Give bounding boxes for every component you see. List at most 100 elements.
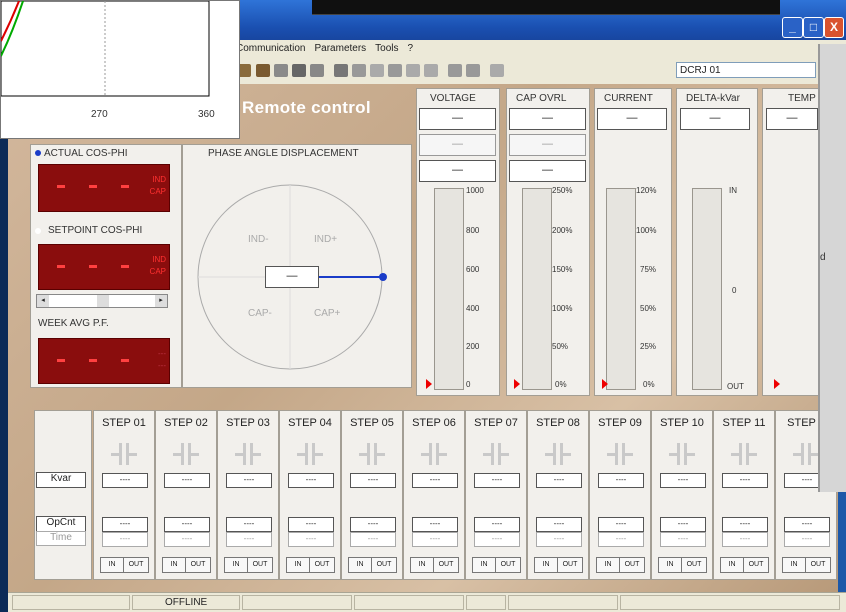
fft-icon[interactable]: [406, 64, 420, 77]
step-out-button[interactable]: OUT: [619, 557, 645, 573]
step-opcnt-field: ----: [784, 517, 830, 532]
step-in-button[interactable]: IN: [720, 557, 744, 573]
voltage-value-2: —: [419, 134, 496, 156]
step-column: STEP 06 ---- ---- ---- IN OUT: [403, 410, 465, 580]
step-out-button[interactable]: OUT: [123, 557, 149, 573]
settings-icon[interactable]: [490, 64, 504, 77]
current-tick: 100%: [636, 226, 657, 235]
status-cell-5: [466, 595, 506, 610]
step-name: STEP 03: [226, 417, 270, 429]
step-out-button[interactable]: OUT: [743, 557, 769, 573]
step-opcnt-field: ----: [226, 517, 272, 532]
setpoint-scrollbar[interactable]: ◂ ▸: [36, 294, 168, 308]
scroll-right-icon[interactable]: ▸: [155, 295, 167, 307]
signal-icon[interactable]: [370, 64, 384, 77]
scroll-thumb[interactable]: [97, 295, 109, 307]
step-time-field: ----: [102, 532, 148, 547]
capacitor-icon: [173, 443, 199, 465]
side-window: d: [818, 44, 846, 492]
current-tick: 120%: [636, 186, 657, 195]
step-column: STEP 09 ---- ---- ---- IN OUT: [589, 410, 651, 580]
voltage-title: VOLTAGE: [430, 93, 476, 104]
voltage-tick: 400: [466, 304, 480, 313]
step-opcnt-field: ----: [722, 517, 768, 532]
step-out-button[interactable]: OUT: [681, 557, 707, 573]
current-value: —: [597, 108, 667, 130]
menu-parameters[interactable]: Parameters: [314, 40, 366, 58]
step-column: STEP 05 ---- ---- ---- IN OUT: [341, 410, 403, 580]
step-out-button[interactable]: OUT: [185, 557, 211, 573]
report-icon[interactable]: [388, 64, 402, 77]
cap-ovrl-tick: 50%: [552, 342, 569, 351]
step-in-button[interactable]: IN: [162, 557, 186, 573]
step-out-button[interactable]: OUT: [495, 557, 521, 573]
menu-communication[interactable]: Communication: [236, 40, 305, 58]
capacitor-icon: [793, 443, 819, 465]
current-tick: 25%: [640, 342, 657, 351]
step-in-button[interactable]: IN: [410, 557, 434, 573]
step-kvar-field: ----: [102, 473, 148, 488]
step-in-button[interactable]: IN: [534, 557, 558, 573]
step-name: STEP 11: [722, 417, 766, 429]
voltage-tick: 0: [466, 380, 471, 389]
step-time-field: ----: [412, 532, 458, 547]
step-out-button[interactable]: OUT: [433, 557, 459, 573]
close-button[interactable]: X: [824, 17, 844, 38]
step-out-button[interactable]: OUT: [557, 557, 583, 573]
lock-icon[interactable]: [448, 64, 462, 77]
step-time-field: ----: [536, 532, 582, 547]
phase-angle-title: PHASE ANGLE DISPLACEMENT: [208, 148, 359, 159]
unlock-icon[interactable]: [466, 64, 480, 77]
minimize-button[interactable]: _: [782, 17, 803, 38]
maximize-button[interactable]: □: [803, 17, 824, 38]
step-name: STEP 10: [660, 417, 704, 429]
status-cell-1: [12, 595, 130, 610]
step-in-button[interactable]: IN: [286, 557, 310, 573]
status-cell-3: [242, 595, 352, 610]
step-column: STEP 03 ---- ---- ---- IN OUT: [217, 410, 279, 580]
disconnect-icon[interactable]: [256, 64, 270, 77]
step-out-button[interactable]: OUT: [805, 557, 831, 573]
step-name: STEP 08: [536, 417, 580, 429]
capacitor-icon: [669, 443, 695, 465]
voltage-tick: 600: [466, 265, 480, 274]
step-out-button[interactable]: OUT: [309, 557, 335, 573]
voltage-value: —: [419, 108, 496, 130]
step-time-field: ----: [660, 532, 706, 547]
temp-title: TEMP: [788, 93, 816, 104]
tool-icon[interactable]: [274, 64, 288, 77]
voltage-tick: 1000: [466, 186, 484, 195]
scroll-left-icon[interactable]: ◂: [37, 295, 49, 307]
actual-cosphi-display: IND CAP: [38, 164, 170, 212]
step-out-button[interactable]: OUT: [371, 557, 397, 573]
step-kvar-field: ----: [412, 473, 458, 488]
step-name: STEP 04: [288, 417, 332, 429]
stop-icon[interactable]: [334, 64, 348, 77]
cap-ovrl-tick: 200%: [552, 226, 573, 235]
folder-icon[interactable]: [292, 64, 306, 77]
step-in-button[interactable]: IN: [596, 557, 620, 573]
menu-help[interactable]: ?: [408, 40, 414, 58]
step-name: STEP 09: [598, 417, 642, 429]
step-in-button[interactable]: IN: [782, 557, 806, 573]
print-icon[interactable]: [310, 64, 324, 77]
step-name: STEP 06: [412, 417, 456, 429]
step-time-field: ----: [164, 532, 210, 547]
cap-label: CAP: [149, 187, 166, 196]
step-kvar-field: ----: [350, 473, 396, 488]
step-time-field: ----: [288, 532, 334, 547]
device-select[interactable]: DCRJ 01: [676, 62, 816, 78]
harmonics-icon[interactable]: [424, 64, 438, 77]
step-in-button[interactable]: IN: [658, 557, 682, 573]
step-out-button[interactable]: OUT: [247, 557, 273, 573]
status-cell-6: [508, 595, 618, 610]
current-tick: 75%: [640, 265, 657, 274]
menu-tools[interactable]: Tools: [375, 40, 398, 58]
step-in-button[interactable]: IN: [224, 557, 248, 573]
step-column: STEP 10 ---- ---- ---- IN OUT: [651, 410, 713, 580]
download-icon[interactable]: [352, 64, 366, 77]
step-in-button[interactable]: IN: [100, 557, 124, 573]
time-label: Time: [36, 531, 86, 546]
step-in-button[interactable]: IN: [348, 557, 372, 573]
step-in-button[interactable]: IN: [472, 557, 496, 573]
